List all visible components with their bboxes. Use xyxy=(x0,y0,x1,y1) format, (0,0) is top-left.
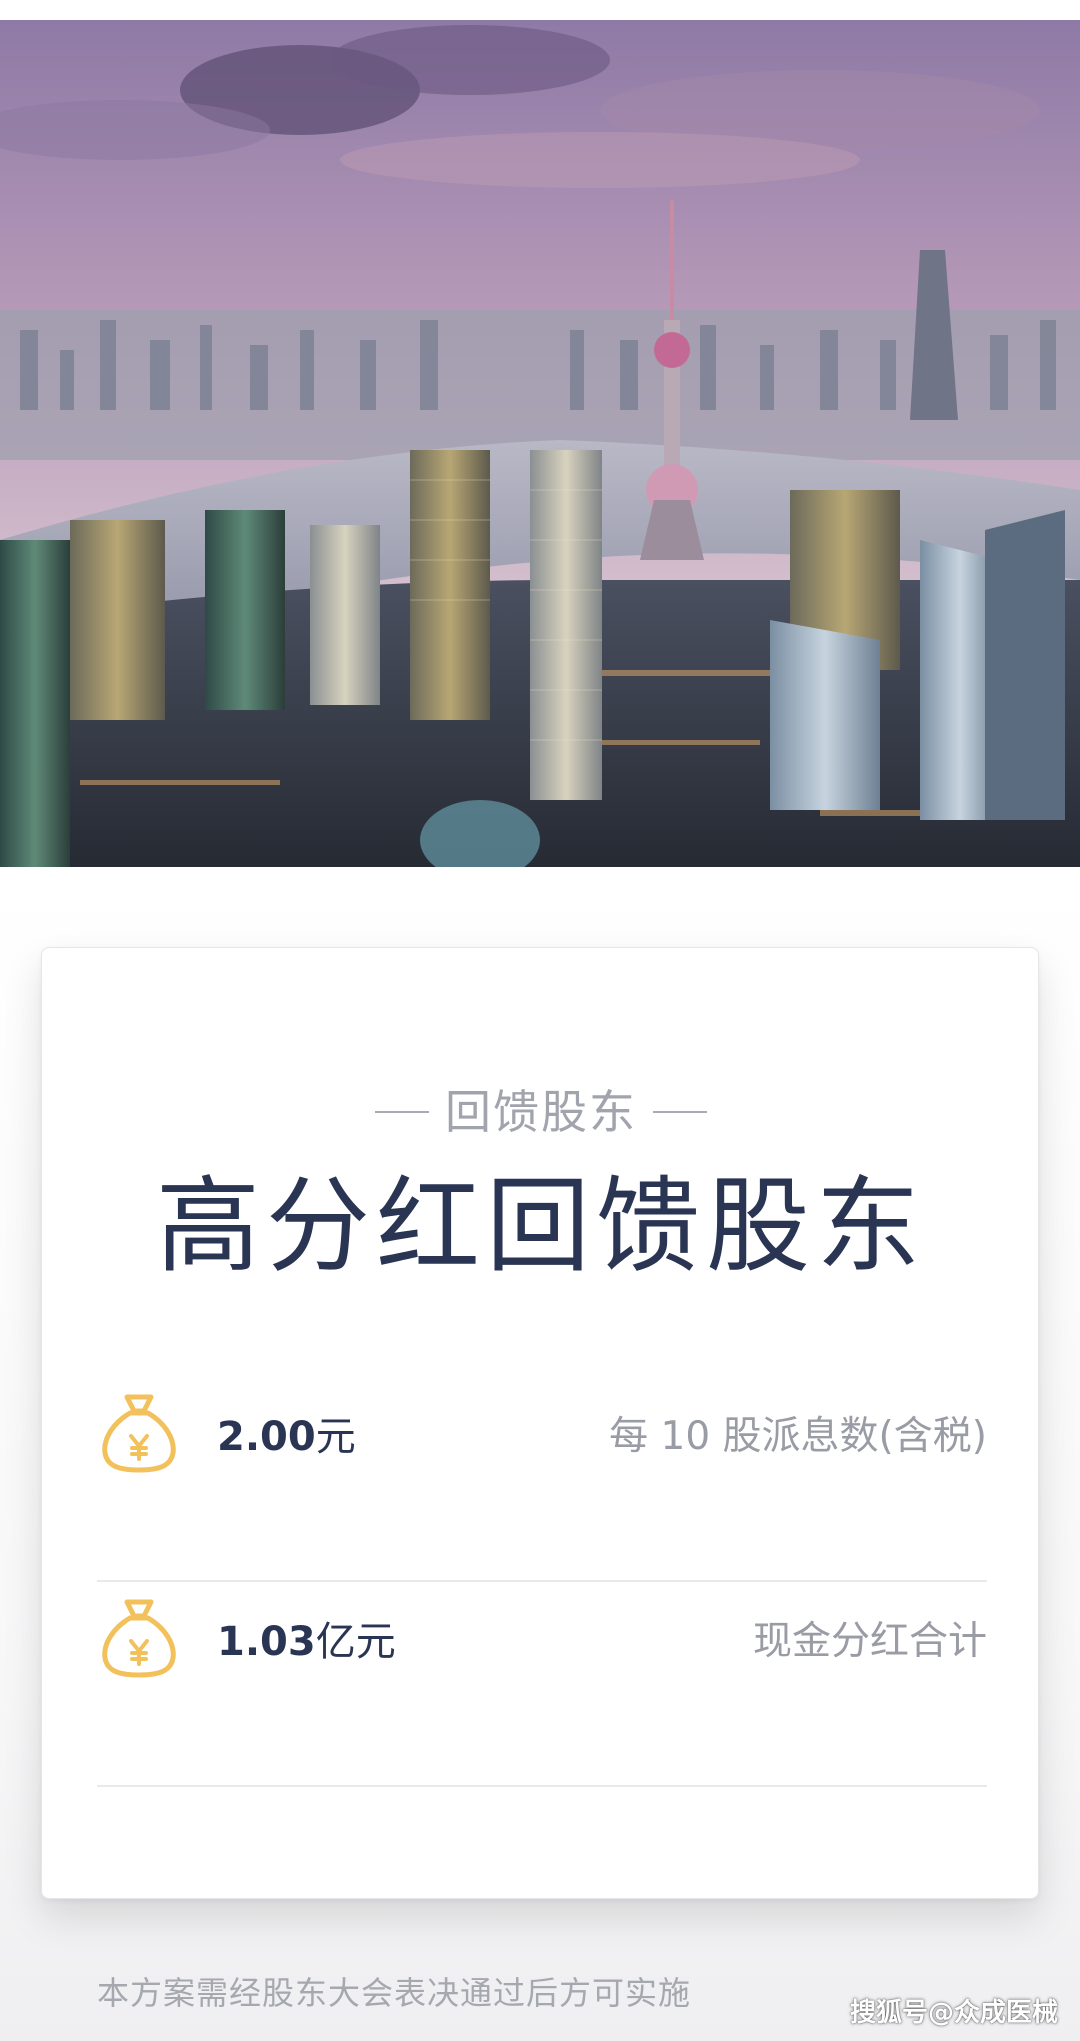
hero-photo xyxy=(0,0,1080,867)
cash-dividend-amount: 1.03亿元 xyxy=(217,1619,396,1665)
dividend-amount: 2.00元 xyxy=(217,1414,356,1460)
dash-right xyxy=(653,1111,707,1113)
dividend-per-share-row: 2.00元 每 10 股派息数(含税) xyxy=(97,1373,987,1493)
money-bag-icon xyxy=(102,1394,176,1473)
subtitle-row: 回馈股东 xyxy=(42,1082,1040,1142)
city-skyline-image xyxy=(0,20,1080,867)
approval-footnote: 本方案需经股东大会表决通过后方可实施 xyxy=(97,1974,692,2012)
dividend-card: 回馈股东 高分红回馈股东 2.00元 每 10 股派息数(含税) 1.03亿元 … xyxy=(41,947,1040,2012)
cash-dividend-total-label: 现金分红合计 xyxy=(752,1619,987,1664)
content-area: 回馈股东 高分红回馈股东 2.00元 每 10 股派息数(含税) 1.03亿元 … xyxy=(0,867,1080,2041)
dash-left xyxy=(375,1111,429,1113)
dividend-per-share-label: 每 10 股派息数(含税) xyxy=(609,1414,987,1459)
card-subtitle: 回馈股东 xyxy=(445,1085,637,1139)
money-bag-icon xyxy=(102,1599,176,1678)
source-watermark: 搜狐号@众成医械 xyxy=(849,1998,1058,2028)
top-margin xyxy=(0,0,1080,20)
card-title: 高分红回馈股东 xyxy=(155,1165,926,1287)
cash-dividend-total-row: 1.03亿元 现金分红合计 xyxy=(97,1578,987,1698)
row-divider xyxy=(97,1785,987,1787)
